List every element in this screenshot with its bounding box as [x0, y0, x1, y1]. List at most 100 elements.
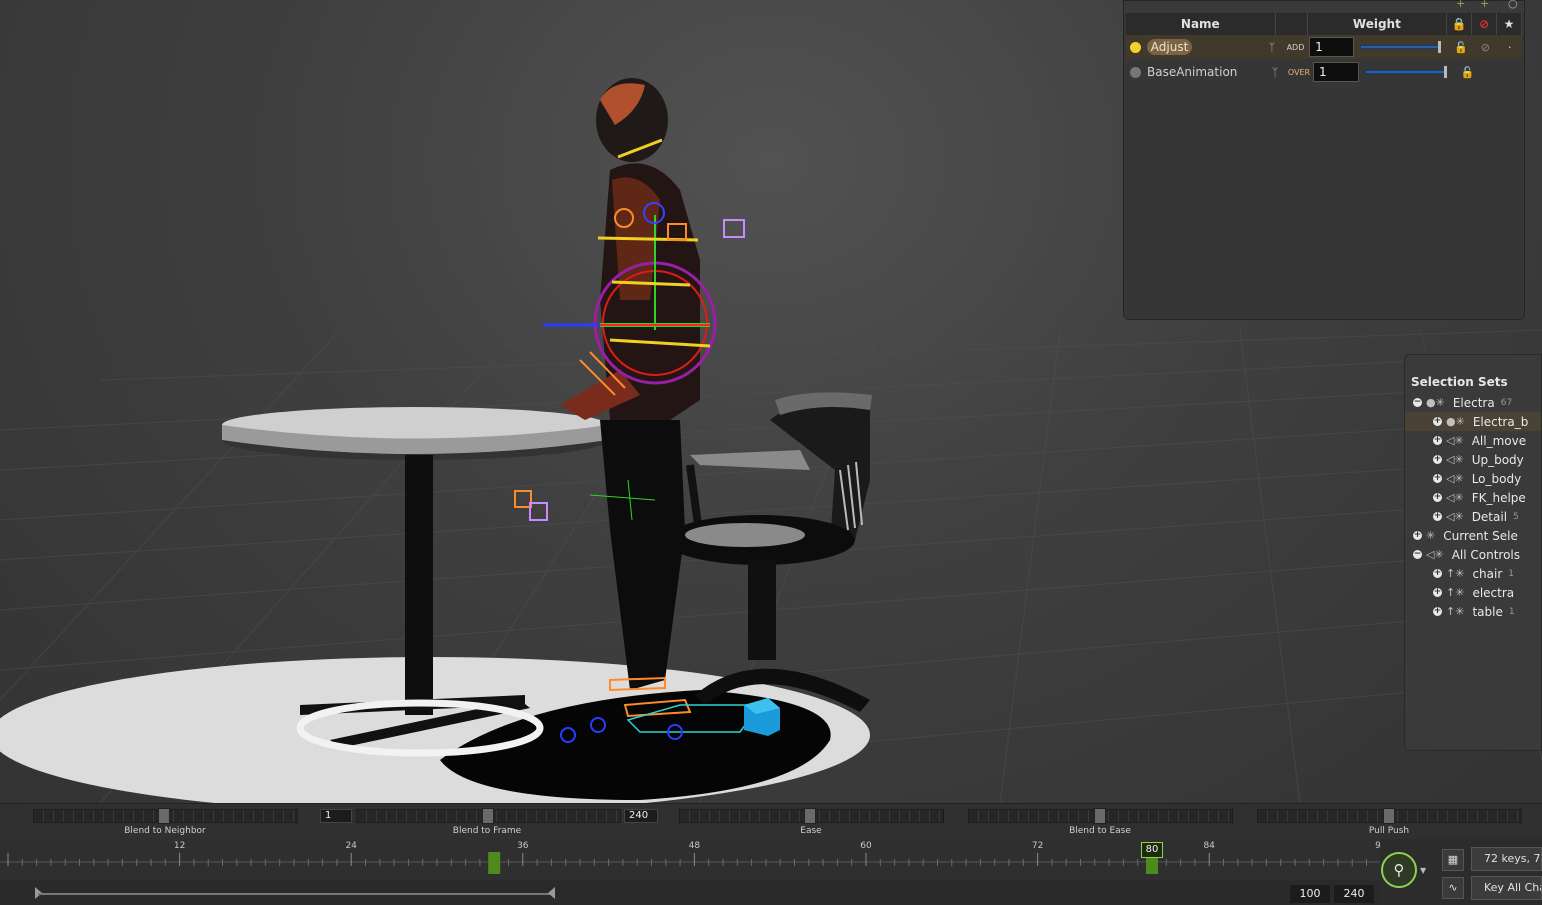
layer-row-adjust[interactable]: Adjust ᛉ ADD 1 🔓 ⊘ ·: [1126, 35, 1522, 59]
chair-model: [665, 392, 872, 712]
layer-status-dot[interactable]: [1130, 41, 1141, 53]
weight-column-header[interactable]: Weight: [1308, 13, 1448, 35]
selection-set-item[interactable]: + ◁✳ All_move: [1405, 431, 1541, 450]
layer-mode[interactable]: ADD: [1282, 43, 1309, 52]
set-type-icon: ◁✳: [1446, 453, 1464, 466]
expand-icon[interactable]: +: [1433, 569, 1442, 578]
blend-to-ease-slider[interactable]: [968, 808, 1233, 824]
selection-set-label: Electra: [1452, 395, 1495, 410]
ease-label: Ease: [800, 826, 822, 836]
merge-icon[interactable]: ᛉ: [1262, 41, 1282, 54]
expand-icon[interactable]: +: [1433, 512, 1442, 521]
key-panel: ⚲ ▼ ▦ ∿ 72 keys, 72 Key All Char: [1380, 839, 1542, 905]
options-icon[interactable]: ○: [1508, 0, 1518, 10]
selection-set-item[interactable]: + ●✳ Electra_b: [1405, 412, 1541, 431]
lock-icon[interactable]: 🔒: [1447, 13, 1473, 35]
expand-icon[interactable]: +: [1413, 531, 1422, 540]
time-range-slider[interactable]: 100 240: [0, 880, 1380, 905]
slider-knob[interactable]: [1383, 808, 1395, 824]
expand-icon[interactable]: +: [1433, 417, 1442, 426]
set-type-icon: ◁✳: [1446, 434, 1464, 447]
pull-push-slider[interactable]: [1257, 808, 1522, 824]
blend-range-start[interactable]: 1: [320, 809, 352, 823]
current-frame-indicator[interactable]: 80: [1141, 842, 1163, 858]
selection-set-item[interactable]: + ◁✳ Lo_body: [1405, 469, 1541, 488]
selection-set-label: chair: [1472, 566, 1503, 581]
expand-icon[interactable]: +: [1433, 474, 1442, 483]
solo-toggle-icon[interactable]: ·: [1498, 41, 1522, 54]
expand-icon[interactable]: +: [1433, 607, 1442, 616]
tween-tools-bar: Blend to Neighbor 1 240 Blend to Frame E…: [0, 803, 1542, 839]
mute-toggle-icon[interactable]: ⊘: [1473, 41, 1497, 54]
layer-status-dot[interactable]: [1130, 66, 1141, 78]
selection-set-label: electra: [1472, 585, 1515, 600]
selection-set-label: All Controls: [1451, 547, 1521, 562]
chevron-down-icon[interactable]: ▼: [1420, 866, 1426, 875]
selection-set-label: Up_body: [1471, 452, 1524, 467]
weight-slider[interactable]: [1365, 66, 1447, 78]
expand-icon[interactable]: −: [1413, 550, 1422, 559]
set-type-icon: ◁✳: [1446, 491, 1464, 504]
pull-push-label: Pull Push: [1368, 826, 1410, 836]
tick-label: 48: [688, 841, 701, 851]
layer-mode[interactable]: OVER: [1285, 68, 1313, 77]
weight-slider[interactable]: [1360, 41, 1441, 53]
selection-set-item[interactable]: + ◁✳ Detail 5: [1405, 507, 1541, 526]
blend-to-neighbor-slider[interactable]: [33, 808, 298, 824]
selection-set-label: All_move: [1471, 433, 1527, 448]
name-column-header[interactable]: Name: [1126, 13, 1276, 35]
set-type-icon: ◁✳: [1446, 472, 1464, 485]
selection-set-item[interactable]: + ↑✳ table 1: [1405, 602, 1541, 621]
slider-knob[interactable]: [804, 808, 816, 824]
character-model: [560, 78, 700, 690]
timeline[interactable]: 1224364860728496 80: [0, 839, 1387, 880]
set-type-icon: ↑✳: [1446, 567, 1465, 580]
layer-row-baseanimation[interactable]: BaseAnimation ᛉ OVER 1 🔓: [1126, 60, 1522, 84]
expand-icon[interactable]: +: [1433, 436, 1442, 445]
range-start-field[interactable]: 100: [1290, 885, 1330, 903]
key-all-characters-button[interactable]: Key All Char: [1471, 876, 1542, 900]
selection-set-item[interactable]: + ◁✳ Up_body: [1405, 450, 1541, 469]
range-end-handle[interactable]: [543, 880, 563, 905]
layer-name[interactable]: Adjust: [1146, 39, 1193, 55]
expand-icon[interactable]: +: [1433, 588, 1442, 597]
selection-set-item[interactable]: − ●✳ Electra 67: [1405, 393, 1541, 412]
keys-info-field: 72 keys, 72: [1471, 847, 1542, 871]
add-layer-selected-icon[interactable]: +: [1480, 0, 1489, 10]
expand-icon[interactable]: +: [1433, 455, 1442, 464]
expand-icon[interactable]: −: [1413, 398, 1422, 407]
ease-slider[interactable]: [679, 808, 944, 824]
selection-set-item[interactable]: + ◁✳ FK_helpe: [1405, 488, 1541, 507]
unlock-icon[interactable]: 🔓: [1455, 66, 1480, 79]
expand-icon[interactable]: +: [1433, 493, 1442, 502]
selection-set-label: Detail: [1471, 509, 1508, 524]
selection-set-item[interactable]: + ↑✳ electra: [1405, 583, 1541, 602]
slider-knob[interactable]: [1094, 808, 1106, 824]
blend-range-end[interactable]: 240: [624, 809, 658, 823]
slider-knob[interactable]: [158, 808, 170, 824]
selection-set-item[interactable]: + ↑✳ chair 1: [1405, 564, 1541, 583]
unlock-icon[interactable]: 🔓: [1449, 41, 1473, 54]
star-icon[interactable]: ★: [1497, 13, 1522, 35]
set-type-icon: ↑✳: [1446, 586, 1465, 599]
key-options-icon[interactable]: ▦: [1442, 849, 1464, 871]
slider-knob[interactable]: [482, 808, 494, 824]
selection-set-label: FK_helpe: [1471, 490, 1526, 505]
selection-set-item[interactable]: − ◁✳ All Controls: [1405, 545, 1541, 564]
range-end-field[interactable]: 240: [1334, 885, 1374, 903]
tick-label: 72: [1031, 841, 1044, 851]
blend-to-frame-slider[interactable]: [356, 808, 621, 824]
set-type-icon: ●✳: [1426, 396, 1445, 409]
weight-input[interactable]: 1: [1309, 37, 1355, 57]
merge-icon[interactable]: ᛉ: [1265, 66, 1285, 79]
layer-name[interactable]: BaseAnimation: [1147, 65, 1265, 79]
range-track[interactable]: [38, 893, 552, 895]
mute-icon[interactable]: ⊘: [1472, 13, 1498, 35]
selection-sets-panel: Selection Sets − ●✳ Electra 67 + ●✳ Electra_b +…: [1404, 354, 1542, 751]
selection-set-item[interactable]: + ✳ Current Sele: [1405, 526, 1541, 545]
weight-input[interactable]: 1: [1313, 62, 1359, 82]
selection-set-count: 67: [1500, 397, 1513, 408]
key-icon[interactable]: ⚲: [1381, 852, 1417, 888]
curve-editor-icon[interactable]: ∿: [1442, 877, 1464, 899]
add-layer-icon[interactable]: +: [1456, 0, 1465, 10]
